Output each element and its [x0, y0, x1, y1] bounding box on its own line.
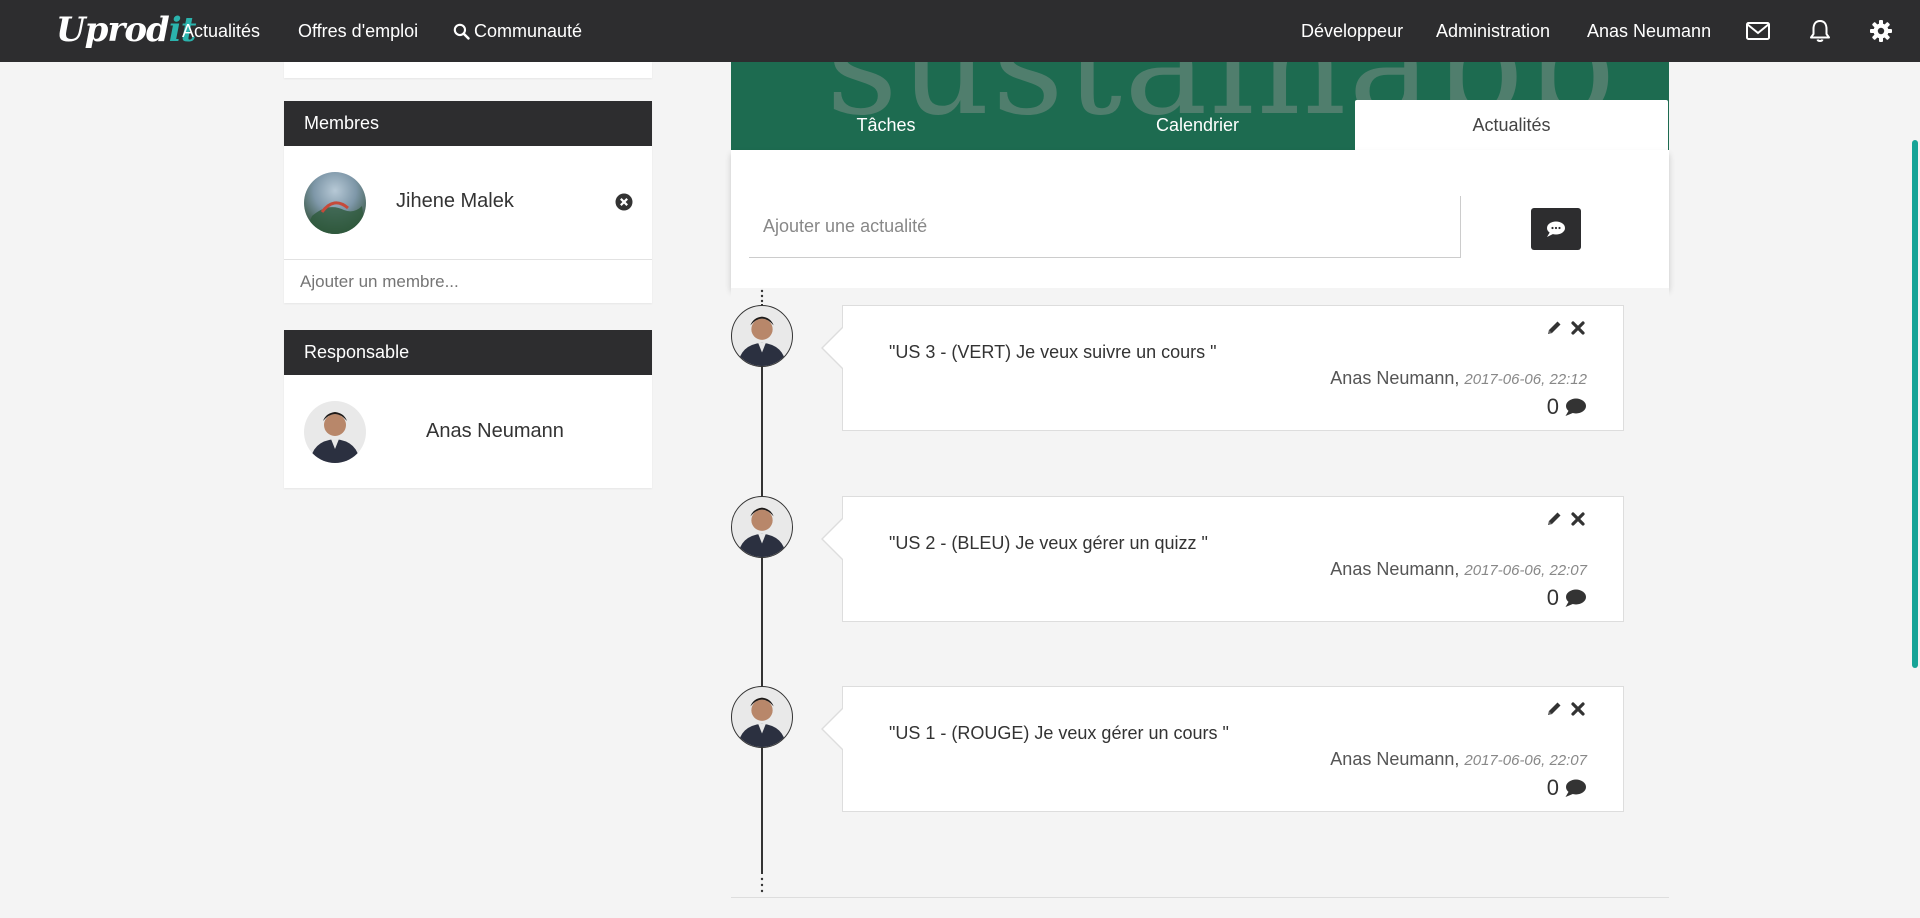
post-author[interactable]: Anas Neumann, [1330, 559, 1459, 579]
post-arrow-fill [823, 327, 844, 369]
post-meta: Anas Neumann, 2017-06-06, 22:12 [1330, 368, 1587, 389]
comment-icon [1547, 221, 1565, 237]
tab-taches[interactable]: Tâches [731, 100, 1041, 150]
timeline-line [761, 304, 763, 874]
member-avatar [304, 172, 366, 234]
responsable-name: Anas Neumann [426, 420, 564, 442]
member-item: Jihene Malek [284, 146, 652, 259]
members-panel-title: Membres [284, 101, 652, 146]
post-actions [1545, 319, 1587, 337]
nav-link-offres-emploi[interactable]: Offres d'emploi [298, 0, 418, 62]
post-arrow-fill [823, 518, 844, 560]
post-avatar [731, 305, 793, 367]
tab-actualites[interactable]: Actualités [1355, 100, 1668, 150]
post-comment-count: 0 [1546, 775, 1559, 800]
post-text: "US 1 - (ROUGE) Je veux gérer un cours " [889, 723, 1229, 743]
post-comments[interactable]: 0 [1547, 775, 1587, 801]
comment-icon [1565, 779, 1586, 797]
post-comment-count: 0 [1546, 585, 1559, 610]
previous-panel-bottom [284, 62, 652, 78]
search-icon [453, 23, 470, 40]
brand-logo[interactable]: Uprodit [56, 10, 196, 50]
comment-icon [1565, 398, 1586, 416]
post-author[interactable]: Anas Neumann, [1330, 368, 1459, 388]
page-scrollbar-thumb[interactable] [1912, 140, 1918, 668]
timeline-dots-top [760, 289, 764, 303]
delete-icon[interactable] [1569, 319, 1587, 337]
post-meta: Anas Neumann, 2017-06-06, 22:07 [1330, 559, 1587, 580]
delete-icon[interactable] [1569, 510, 1587, 528]
nav-link-developpeur[interactable]: Développeur [1301, 0, 1403, 62]
member-name: Jihene Malek [396, 190, 514, 212]
gear-icon[interactable] [1867, 17, 1895, 45]
post-meta: Anas Neumann, 2017-06-06, 22:07 [1330, 749, 1587, 770]
post-date: 2017-06-06, 22:12 [1464, 371, 1587, 388]
nav-user-menu[interactable]: Anas Neumann [1587, 0, 1711, 62]
post-author[interactable]: Anas Neumann, [1330, 749, 1459, 769]
post-actions [1545, 700, 1587, 718]
members-panel: Membres Jihene Malek [284, 101, 652, 303]
responsable-avatar [304, 401, 366, 463]
responsable-panel: Responsable Anas Neumann [284, 330, 652, 488]
post-text: "US 2 - (BLEU) Je veux gérer un quizz " [889, 533, 1208, 553]
post-comments[interactable]: 0 [1547, 585, 1587, 611]
remove-member-icon[interactable] [615, 193, 633, 211]
news-post: "US 3 - (VERT) Je veux suivre un cours "… [821, 305, 1624, 431]
news-post: "US 1 - (ROUGE) Je veux gérer un cours "… [821, 686, 1624, 812]
nav-link-administration[interactable]: Administration [1436, 0, 1550, 62]
comment-icon [1565, 589, 1586, 607]
envelope-icon[interactable] [1744, 17, 1772, 45]
pencil-icon[interactable] [1545, 510, 1563, 528]
top-navbar: Uprodit Actualités Offres d'emploi Commu… [0, 0, 1920, 62]
post-date: 2017-06-06, 22:07 [1464, 562, 1587, 579]
responsable-panel-title: Responsable [284, 330, 652, 375]
news-input[interactable] [749, 196, 1461, 258]
post-date: 2017-06-06, 22:07 [1464, 752, 1587, 769]
post-avatar [731, 496, 793, 558]
nav-link-communaute[interactable]: Communauté [453, 0, 582, 62]
post-text: "US 3 - (VERT) Je veux suivre un cours " [889, 342, 1217, 362]
delete-icon[interactable] [1569, 700, 1587, 718]
post-comment-count: 0 [1546, 394, 1559, 419]
send-news-button[interactable] [1531, 208, 1581, 250]
tab-calendrier[interactable]: Calendrier [1041, 100, 1354, 150]
add-member-input[interactable] [284, 260, 652, 303]
post-actions [1545, 510, 1587, 528]
timeline-bottom-border [731, 897, 1669, 898]
post-avatar [731, 686, 793, 748]
post-arrow-fill [823, 708, 844, 750]
news-composer [731, 150, 1669, 288]
bell-icon[interactable] [1806, 17, 1834, 45]
timeline-dots-bottom [760, 877, 764, 893]
nav-link-communaute-label: Communauté [474, 21, 583, 41]
pencil-icon[interactable] [1545, 319, 1563, 337]
news-post: "US 2 - (BLEU) Je veux gérer un quizz " … [821, 496, 1624, 622]
pencil-icon[interactable] [1545, 700, 1563, 718]
brand-logo-main: Uprod [56, 10, 170, 50]
nav-link-actualites[interactable]: Actualités [182, 0, 260, 62]
post-comments[interactable]: 0 [1547, 394, 1587, 420]
